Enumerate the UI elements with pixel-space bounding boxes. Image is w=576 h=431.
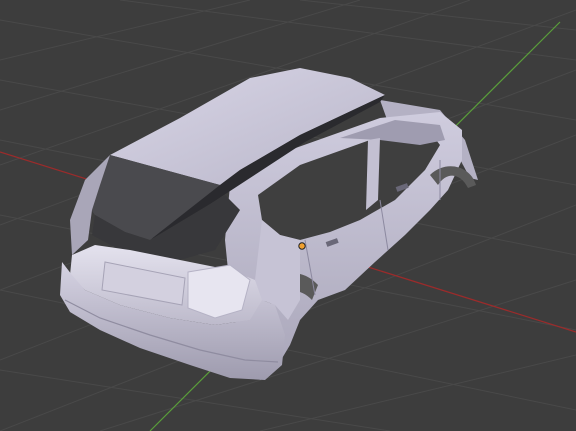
- tail-light-right: [187, 264, 251, 319]
- object-origin-dot[interactable]: [298, 242, 306, 250]
- b-pillar: [366, 138, 380, 210]
- car-body-mesh[interactable]: [60, 68, 478, 380]
- 3d-viewport[interactable]: [0, 0, 576, 431]
- viewport-canvas[interactable]: [0, 0, 576, 431]
